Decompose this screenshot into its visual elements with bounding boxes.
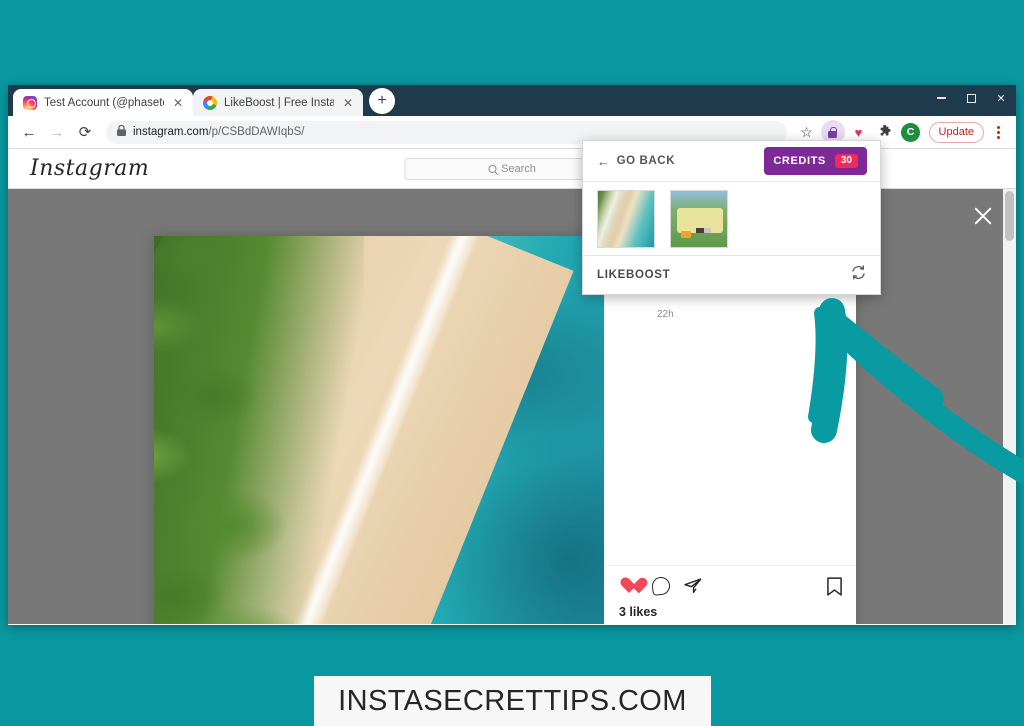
- tab-likeboost[interactable]: LikeBoost | Free Instagram Likes ✕: [193, 89, 363, 116]
- new-tab-button[interactable]: +: [369, 88, 395, 114]
- popup-thumbnail-list: [583, 182, 880, 256]
- popup-footer: LIKEBOOST: [583, 256, 880, 294]
- likeboost-brand-label: LIKEBOOST: [597, 269, 671, 281]
- page-scrollbar[interactable]: [1003, 189, 1016, 624]
- site-lock-icon: [117, 124, 126, 139]
- update-button[interactable]: Update: [928, 121, 984, 143]
- close-post-button[interactable]: [972, 205, 994, 227]
- credits-button[interactable]: CREDITS 30: [764, 147, 867, 175]
- url-path: /p/CSBdDAWIqbS/: [208, 126, 305, 138]
- url-domain: instagram.com: [133, 126, 209, 138]
- comment-time: 22h: [657, 309, 674, 320]
- banner-text: INSTASECRETTIPS.COM: [338, 684, 687, 717]
- instagram-logo[interactable]: Instagram: [30, 156, 149, 181]
- go-back-label: GO BACK: [616, 155, 676, 167]
- post-timestamp: 22 HOURS AGO: [605, 619, 856, 624]
- site-banner: INSTASECRETTIPS.COM: [314, 676, 711, 726]
- go-back-button[interactable]: ← GO BACK: [597, 154, 675, 169]
- post-actions: [605, 565, 856, 599]
- forward-button[interactable]: →: [44, 119, 70, 145]
- credits-label: CREDITS: [773, 155, 826, 167]
- avatar-initial: C: [901, 122, 921, 142]
- van-thumbnail[interactable]: [670, 189, 728, 248]
- chrome-favicon-icon: [203, 95, 217, 110]
- profile-avatar[interactable]: C: [899, 120, 923, 144]
- search-placeholder: Search: [501, 162, 536, 175]
- like-icon[interactable]: [619, 578, 638, 595]
- like-count[interactable]: 3 likes: [605, 599, 856, 619]
- maximize-button[interactable]: [956, 85, 986, 111]
- tab-close-icon[interactable]: ✕: [341, 97, 355, 109]
- refresh-icon[interactable]: [850, 264, 867, 286]
- comment-icon[interactable]: [651, 576, 671, 596]
- save-icon[interactable]: [827, 576, 842, 596]
- tab-title: LikeBoost | Free Instagram Likes: [224, 96, 334, 109]
- close-window-button[interactable]: ✕: [986, 85, 1016, 111]
- reload-button[interactable]: ⟳: [72, 119, 98, 145]
- tab-strip: Test Account (@phasetest9) • Ins ✕ LikeB…: [8, 85, 1016, 116]
- minimize-button[interactable]: [926, 85, 956, 111]
- popup-header: ← GO BACK CREDITS 30: [583, 141, 880, 182]
- back-arrow-icon: ←: [597, 153, 611, 169]
- window-controls: ✕: [926, 85, 1016, 111]
- share-icon[interactable]: [684, 578, 702, 594]
- browser-menu-button[interactable]: [988, 125, 1008, 139]
- post-photo[interactable]: [154, 236, 604, 624]
- credits-count-badge: 30: [834, 154, 858, 168]
- tab-title: Test Account (@phasetest9) • Ins: [44, 96, 164, 109]
- tab-instagram[interactable]: Test Account (@phasetest9) • Ins ✕: [13, 89, 193, 116]
- instagram-favicon-icon: [23, 95, 37, 110]
- beach-thumbnail[interactable]: [597, 189, 655, 248]
- search-icon: [488, 164, 497, 173]
- likeboost-extension-popup: ← GO BACK CREDITS 30 LIKEBOOST: [582, 140, 881, 295]
- post-comments-area: 22h: [605, 292, 856, 565]
- back-button[interactable]: ←: [16, 119, 42, 145]
- tab-close-icon[interactable]: ✕: [171, 97, 185, 109]
